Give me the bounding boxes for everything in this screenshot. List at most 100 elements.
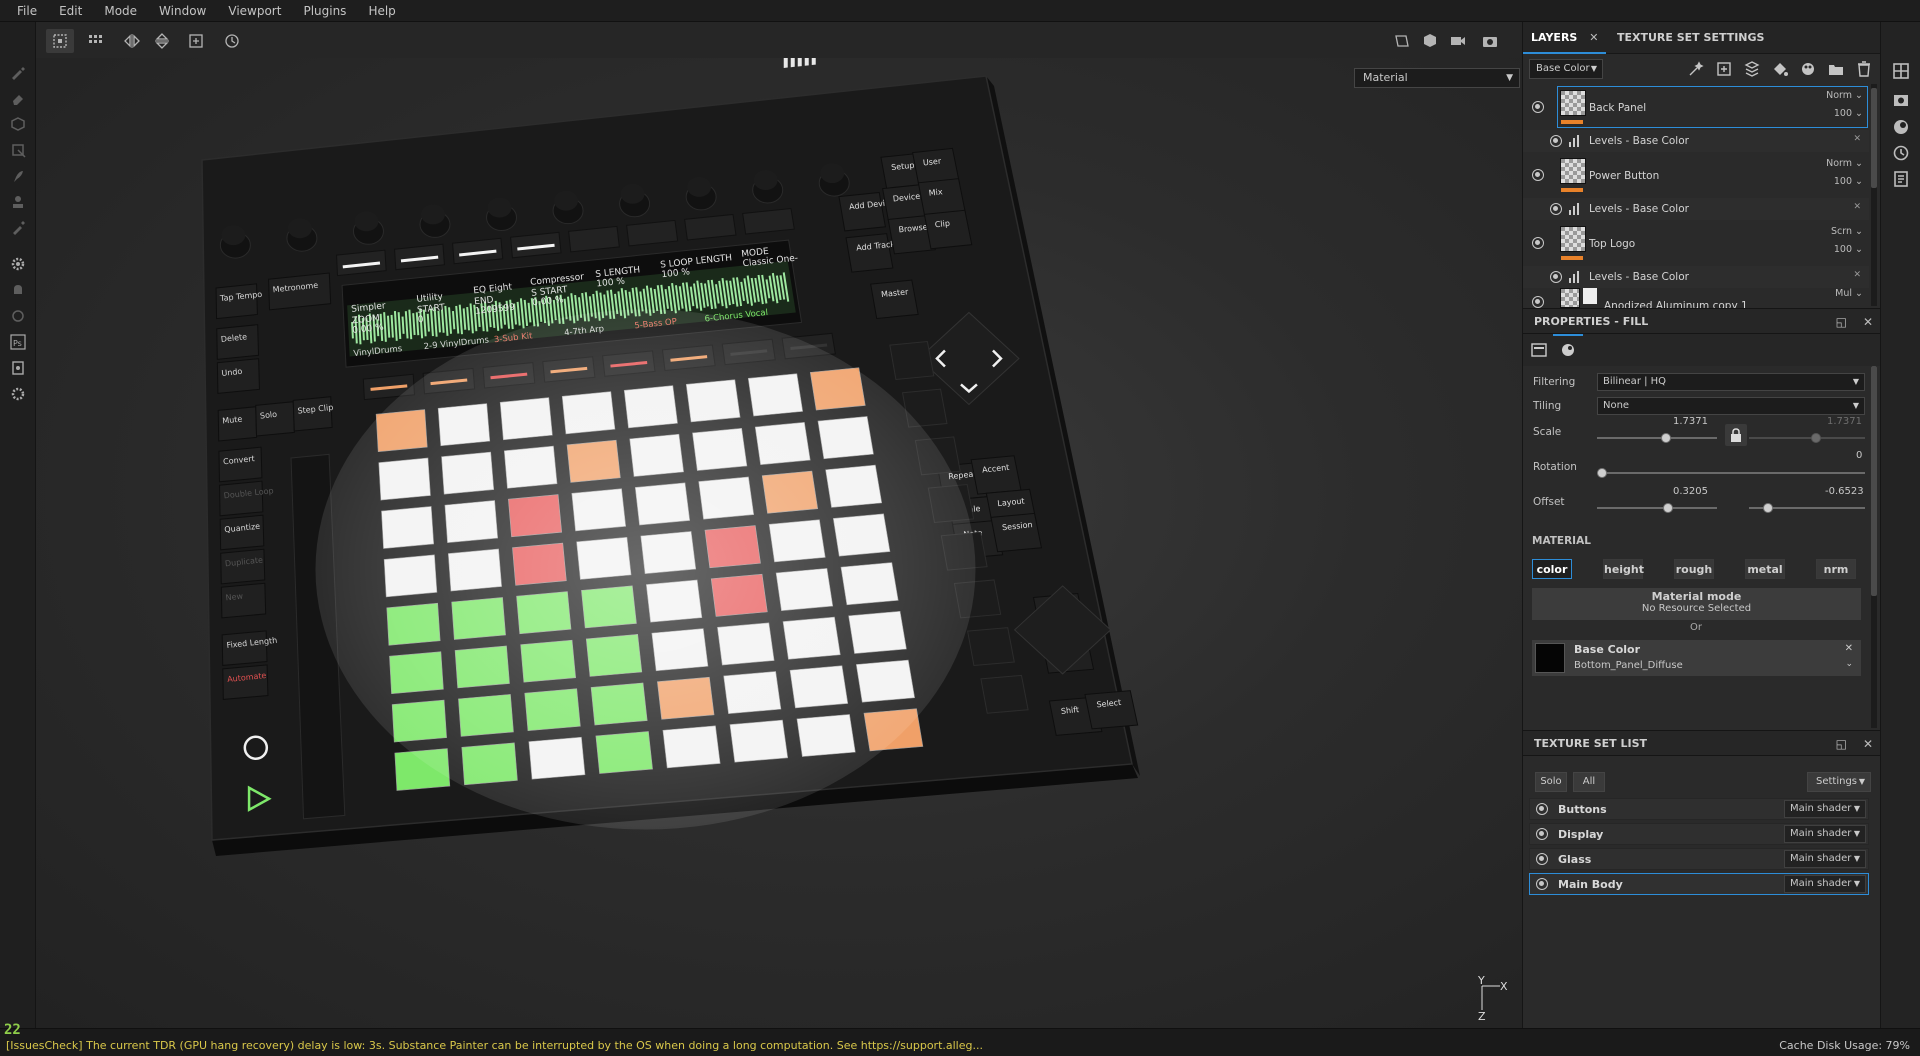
visibility-eye-icon[interactable] [1550,271,1562,283]
eraser-icon[interactable] [8,88,28,108]
tiling-dropdown[interactable]: None ▼ [1597,397,1865,415]
sublayer-levels[interactable]: Levels - Base Color ✕ [1523,198,1869,220]
material-height-button[interactable]: height [1603,559,1644,579]
tab-texture-set-settings[interactable]: TEXTURE SET SETTINGS [1609,22,1772,54]
texture-set-buttons[interactable]: Buttons Main shader ▼ [1529,798,1869,820]
layer-opacity[interactable]: 100 ⌄ [1834,108,1863,119]
visibility-eye-icon[interactable] [1536,803,1548,815]
shader-dropdown[interactable]: Main shader ▼ [1784,800,1866,818]
3d-viewport[interactable]: Simpler ZOOM 0.00 % Utility START 0 EQ Eight EN… [36,58,1522,1028]
status-message[interactable]: [IssuesCheck] The current TDR (GPU hang … [6,1039,983,1052]
menu-window[interactable]: Window [148,4,217,18]
offset-value-u[interactable]: 0.3205 [1673,486,1708,497]
mirror-x-icon[interactable] [118,29,146,53]
layout-grid-icon[interactable] [1892,62,1910,80]
close-icon[interactable]: ✕ [1853,134,1861,144]
blend-mode[interactable]: Mul ⌄ [1835,288,1863,299]
add-frame-icon[interactable] [182,29,210,53]
scale-v-slider-knob[interactable] [1811,433,1821,443]
texture-set-main-body[interactable]: Main Body Main shader ▼ [1529,873,1869,895]
sublayer-levels[interactable]: Levels - Base Color ✕ [1523,266,1869,288]
blend-mode[interactable]: Norm ⌄ [1826,158,1863,169]
texture-set-glass[interactable]: Glass Main shader ▼ [1529,848,1869,870]
settings-dropdown[interactable]: Settings ▼ [1807,772,1871,792]
history-icon[interactable] [218,29,246,53]
history-icon[interactable] [1892,144,1910,162]
offset-value-v[interactable]: -0.6523 [1825,486,1864,497]
display-settings-icon[interactable] [1892,92,1910,110]
base-color-slot[interactable]: Base Color Bottom_Panel_Diffuse ✕ ⌄ [1532,640,1861,676]
detach-panel-icon[interactable]: ◱ [1836,731,1847,757]
base-color-swatch[interactable] [1535,643,1565,673]
close-icon[interactable]: ✕ [1589,31,1598,44]
scale-slider-knob[interactable] [1661,433,1671,443]
layer-power-button[interactable]: Power Button Norm ⌄ 100 ⌄ [1523,152,1869,198]
clone-stamp-icon[interactable] [8,192,28,212]
material-rough-button[interactable]: rough [1674,559,1714,579]
shader-dropdown[interactable]: Main shader ▼ [1784,875,1866,893]
properties-scrollbar[interactable] [1871,366,1877,728]
projection-icon[interactable] [8,114,28,134]
blend-mode[interactable]: Scrn ⌄ [1831,226,1863,237]
blend-mode[interactable]: Norm ⌄ [1826,90,1863,101]
visibility-eye-icon[interactable] [1536,878,1548,890]
visibility-eye-icon[interactable] [1532,101,1544,113]
visibility-eye-icon[interactable] [1532,169,1544,181]
rotation-slider-knob[interactable] [1597,468,1607,478]
tab-layers[interactable]: LAYERS ✕ [1523,22,1607,54]
scale-lock-button[interactable] [1725,424,1747,446]
visibility-eye-icon[interactable] [1536,828,1548,840]
close-icon[interactable]: ✕ [1853,270,1861,280]
menu-viewport[interactable]: Viewport [217,4,292,18]
screenshot-icon[interactable] [1476,29,1504,53]
log-document-icon[interactable] [1892,170,1910,188]
close-icon[interactable]: ✕ [1845,643,1853,654]
close-icon[interactable]: ✕ [1863,309,1873,335]
offset-u-slider-track[interactable] [1597,507,1717,509]
shader-dropdown[interactable]: Main shader ▼ [1784,825,1866,843]
rotation-slider-track[interactable] [1597,472,1865,474]
offset-u-slider-knob[interactable] [1663,503,1673,513]
paint-brush-icon[interactable] [8,62,28,82]
paint-layer-icon[interactable] [1799,60,1817,78]
scrollbar-thumb[interactable] [1871,88,1877,188]
layer-opacity[interactable]: 100 ⌄ [1834,176,1863,187]
detach-panel-icon[interactable]: ◱ [1836,309,1847,335]
texture-set-display[interactable]: Display Main shader ▼ [1529,823,1869,845]
menu-file[interactable]: File [6,4,48,18]
selection-mode-icon[interactable] [46,29,74,53]
viewport-mode-dropdown[interactable]: Material ▼ [1354,68,1520,88]
bell-icon[interactable] [8,280,28,300]
visibility-eye-icon[interactable] [1532,296,1544,308]
smudge-icon[interactable] [8,166,28,186]
filtering-dropdown[interactable]: Bilinear | HQ ▼ [1597,373,1865,391]
magic-wand-icon[interactable] [1687,60,1705,78]
close-icon[interactable]: ✕ [1863,731,1873,757]
rotation-value[interactable]: 0 [1856,450,1862,461]
menu-mode[interactable]: Mode [93,4,148,18]
settings-gear-icon[interactable] [8,254,28,274]
layer-back-panel[interactable]: Back Panel Norm ⌄ 100 ⌄ [1523,84,1869,130]
visibility-eye-icon[interactable] [1532,237,1544,249]
folder-add-icon[interactable] [1827,60,1845,78]
visibility-eye-icon[interactable] [1550,135,1562,147]
scale-slider-track[interactable] [1597,437,1717,439]
cube-view-icon[interactable] [1416,29,1444,53]
add-mask-icon[interactable] [1743,60,1761,78]
visibility-eye-icon[interactable] [1536,853,1548,865]
layer-anodized-aluminum[interactable]: Anodized Aluminum copy 1 Mul ⌄ [1523,288,1869,308]
close-icon[interactable]: ✕ [1853,202,1861,212]
visibility-eye-icon[interactable] [1550,203,1562,215]
material-mode-slot[interactable]: Material mode No Resource Selected [1532,588,1861,620]
scale-value-v[interactable]: 1.7371 [1827,416,1862,427]
shader-dropdown[interactable]: Main shader ▼ [1784,850,1866,868]
plugin-gear-icon[interactable] [8,384,28,404]
trash-icon[interactable] [1855,60,1873,78]
environment-icon[interactable] [1892,118,1910,136]
offset-v-slider-knob[interactable] [1763,503,1773,513]
chevron-down-icon[interactable]: ⌄ [1845,659,1853,669]
layer-opacity[interactable]: 100 ⌄ [1834,244,1863,255]
material-settings-icon[interactable] [1531,342,1547,358]
grid-view-icon[interactable] [82,29,110,53]
polygon-fill-icon[interactable] [8,140,28,160]
